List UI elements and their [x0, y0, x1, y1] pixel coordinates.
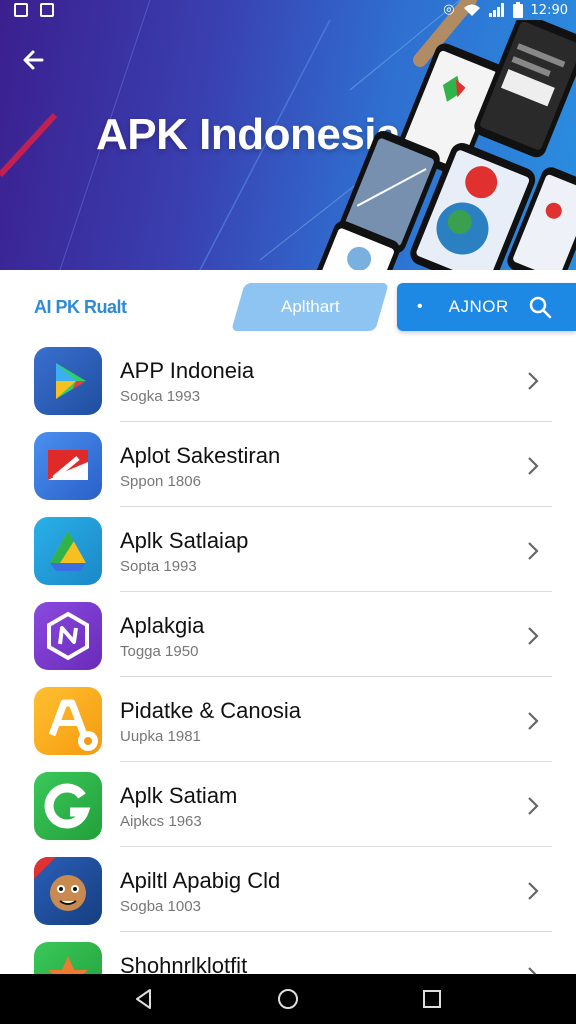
app-name: Aplakgia	[120, 613, 205, 638]
wifi-icon	[463, 4, 480, 16]
app-name: Aplk Satlaiap	[120, 528, 249, 553]
category-chip-label: Aplthart	[280, 297, 340, 316]
nav-recents-icon[interactable]	[420, 987, 444, 1011]
app-subtitle: Sogba 1003	[120, 898, 201, 915]
app-name: Apiltl Apabig Cld	[120, 868, 281, 893]
divider	[120, 761, 552, 762]
list-item[interactable]: Pidatke & Canosia Uupka 1981	[0, 680, 576, 765]
list-item[interactable]: Aplakgia Togga 1950	[0, 595, 576, 680]
divider	[120, 931, 552, 932]
search-icon	[529, 296, 551, 319]
app-subtitle: Sppon 1806	[120, 473, 201, 490]
list-item[interactable]: Apiltl Apabig Cld Sogba 1003	[0, 850, 576, 935]
search-button[interactable]: • AJNOR	[397, 283, 576, 331]
red-flag-app-icon	[34, 432, 102, 500]
chevron-right-icon	[528, 882, 539, 900]
chevron-right-icon	[528, 457, 539, 475]
chevron-right-icon	[528, 372, 539, 390]
arrow-back-icon[interactable]	[18, 42, 54, 78]
search-dot-icon: •	[417, 298, 423, 315]
cartoon-character-app-icon	[34, 857, 102, 925]
chevron-right-icon	[528, 797, 539, 815]
letter-a-app-icon	[34, 687, 102, 755]
app-name: Aplot Sakestiran	[120, 443, 281, 468]
status-time: 12:90	[530, 2, 568, 18]
hero-banner: ◎ 12:90 APK Indonesia	[0, 0, 576, 270]
play-store-icon	[34, 347, 102, 415]
divider	[120, 421, 552, 422]
app-name: Pidatke & Canosia	[120, 698, 301, 723]
divider	[120, 676, 552, 677]
drive-app-icon	[34, 517, 102, 585]
app-name: Aplk Satiam	[120, 783, 238, 808]
app-list: APP Indoneia Sogka 1993 Aplot Sakestiran…	[0, 340, 576, 1020]
chevron-right-icon	[528, 627, 539, 645]
divider	[120, 506, 552, 507]
nav-back-icon[interactable]	[132, 987, 156, 1011]
list-item[interactable]: Aplot Sakestiran Sppon 1806	[0, 425, 576, 510]
app-subtitle: Sopta 1993	[120, 558, 197, 575]
list-item[interactable]: Aplk Satlaiap Sopta 1993	[0, 510, 576, 595]
signal-icon	[488, 3, 504, 17]
hexagon-n-app-icon	[34, 602, 102, 670]
search-button-label: AJNOR	[448, 297, 509, 316]
list-item[interactable]: Aplk Satiam Aipkcs 1963	[0, 765, 576, 850]
app-screen: ◎ 12:90 APK Indonesia AI PK Rualt Apltha…	[0, 0, 576, 1024]
app-name: APP Indoneia	[120, 358, 255, 383]
chevron-right-icon	[528, 542, 539, 560]
divider	[120, 591, 552, 592]
list-item[interactable]: APP Indoneia Sogka 1993	[0, 340, 576, 425]
status-bar: ◎ 12:90	[0, 0, 576, 22]
app-subtitle: Sogka 1993	[120, 388, 201, 405]
app-subtitle: Togga 1950	[120, 643, 199, 660]
app-subtitle: Aipkcs 1963	[120, 813, 202, 830]
nav-home-icon[interactable]	[276, 987, 300, 1011]
app-notification-icon	[40, 3, 54, 17]
sync-icon: ◎	[443, 2, 455, 17]
letter-g-app-icon	[34, 772, 102, 840]
chevron-right-icon	[528, 712, 539, 730]
divider	[120, 846, 552, 847]
system-nav-bar	[0, 974, 576, 1024]
phones-illustration	[310, 20, 576, 270]
gallery-notification-icon	[14, 3, 28, 17]
category-chip[interactable]: Aplthart	[231, 283, 389, 331]
battery-icon	[512, 2, 523, 18]
app-subtitle: Uupka 1981	[120, 728, 201, 745]
brand-label: AI PK Rualt	[34, 297, 127, 317]
